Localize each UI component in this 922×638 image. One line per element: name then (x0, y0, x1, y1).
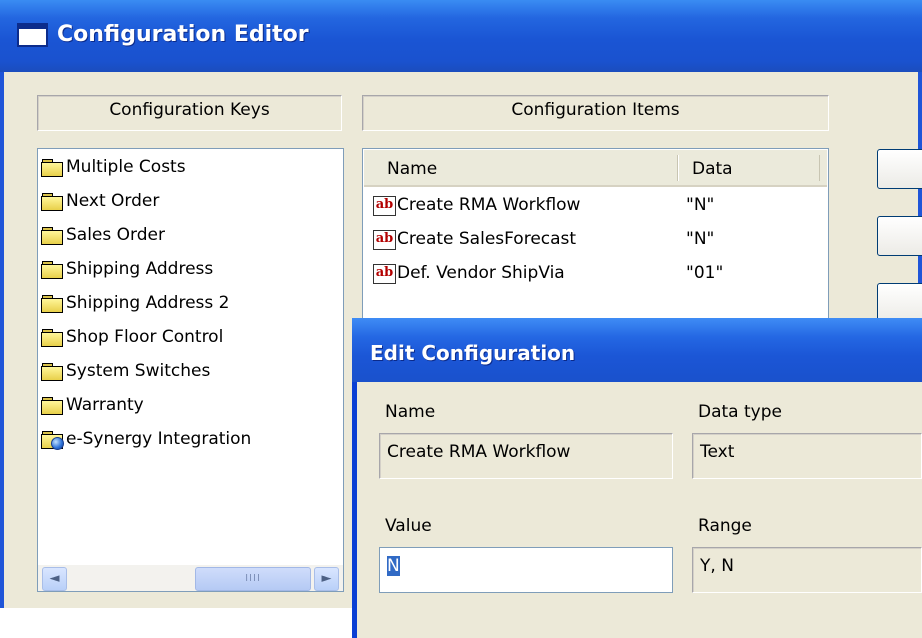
configuration-items-header: Configuration Items (362, 95, 829, 131)
folder-icon (41, 158, 63, 177)
folder-icon (41, 294, 63, 313)
key-label: Multiple Costs (66, 157, 186, 177)
item-name: Def. Vendor ShipVia (397, 263, 565, 283)
key-multiple-costs[interactable]: Multiple Costs (41, 153, 186, 181)
key-shop-floor-control[interactable]: Shop Floor Control (41, 323, 223, 351)
key-label: Warranty (66, 395, 144, 415)
column-header-name[interactable]: Name (387, 159, 437, 179)
text-value-icon: ab (373, 230, 396, 250)
key-label: Shipping Address (66, 259, 214, 279)
key-label: e-Synergy Integration (66, 429, 252, 449)
column-divider[interactable] (677, 155, 679, 181)
item-name: Create RMA Workflow (397, 195, 581, 215)
folder-icon (41, 396, 63, 415)
name-field: Create RMA Workflow (379, 433, 673, 479)
dialog-client-area (357, 382, 922, 638)
item-name: Create SalesForecast (397, 229, 577, 249)
key-label: Shipping Address 2 (66, 293, 230, 313)
value-selected-text: N (387, 556, 400, 576)
data-type-label: Data type (698, 402, 782, 422)
key-next-order[interactable]: Next Order (41, 187, 159, 215)
value-input[interactable]: N (379, 547, 673, 593)
key-label: System Switches (66, 361, 211, 381)
items-column-header: Name Data (364, 150, 827, 187)
folder-icon (41, 192, 63, 211)
key-system-switches[interactable]: System Switches (41, 357, 210, 385)
text-value-icon: ab (373, 264, 396, 284)
value-label: Value (385, 516, 432, 536)
key-warranty[interactable]: Warranty (41, 391, 144, 419)
folder-globe-icon (41, 430, 64, 450)
folder-icon (41, 328, 63, 347)
configuration-keys-list[interactable]: Multiple Costs Next Order Sales Order Sh… (37, 148, 344, 592)
item-row-def-vendor-shipvia[interactable]: ab Def. Vendor ShipVia "01" (369, 259, 819, 289)
folder-icon (41, 226, 63, 245)
scroll-right-icon[interactable]: ► (314, 567, 339, 591)
window-icon (17, 23, 48, 47)
text-value-icon: ab (373, 196, 396, 216)
key-sales-order[interactable]: Sales Order (41, 221, 165, 249)
range-label: Range (698, 516, 752, 536)
folder-icon (41, 362, 63, 381)
key-label: Shop Floor Control (66, 327, 224, 347)
item-data: "N" (686, 229, 715, 249)
configuration-keys-header: Configuration Keys (37, 95, 342, 131)
scroll-left-icon[interactable]: ◄ (42, 567, 67, 591)
side-button-1[interactable] (877, 149, 922, 189)
side-button-2[interactable] (877, 216, 922, 256)
dialog-title: Edit Configuration (370, 341, 576, 365)
key-shipping-address-2[interactable]: Shipping Address 2 (41, 289, 229, 317)
keys-horizontal-scrollbar[interactable]: ◄ IIII ► (38, 565, 343, 591)
window-title: Configuration Editor (57, 22, 309, 47)
scrollbar-thumb[interactable]: IIII (195, 567, 311, 591)
item-data: "N" (686, 195, 715, 215)
item-data: "01" (686, 263, 724, 283)
side-button-3[interactable] (877, 283, 922, 323)
key-e-synergy-integration[interactable]: e-Synergy Integration (41, 425, 251, 453)
name-label: Name (385, 402, 436, 422)
data-type-field: Text (692, 433, 922, 479)
folder-icon (41, 260, 63, 279)
range-field: Y, N (692, 547, 922, 593)
key-shipping-address[interactable]: Shipping Address (41, 255, 213, 283)
key-label: Next Order (66, 191, 160, 211)
configuration-items-list[interactable]: Name Data ab Create RMA Workflow "N" ab … (362, 148, 829, 328)
column-divider[interactable] (819, 155, 820, 181)
item-row-create-salesforecast[interactable]: ab Create SalesForecast "N" (369, 225, 819, 255)
item-row-create-rma-workflow[interactable]: ab Create RMA Workflow "N" (369, 191, 819, 221)
column-header-data[interactable]: Data (692, 159, 733, 179)
key-label: Sales Order (66, 225, 165, 245)
